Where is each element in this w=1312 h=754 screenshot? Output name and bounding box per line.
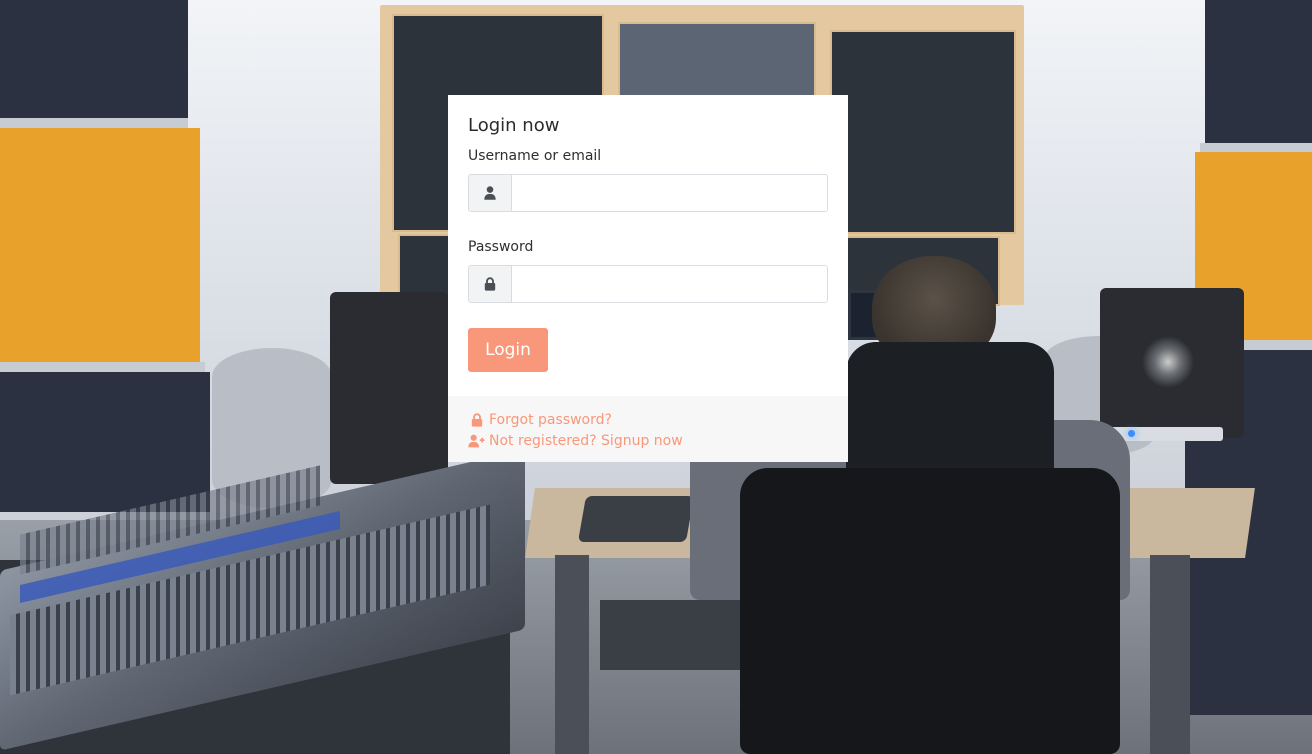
- lock-icon: [469, 266, 512, 302]
- left-column-bottom: [0, 372, 210, 512]
- right-column-top: [1205, 0, 1312, 145]
- chair-headrest: [846, 342, 1054, 482]
- lock-icon: [468, 412, 485, 427]
- desk-leg: [555, 555, 589, 754]
- left-column-orange: [0, 128, 200, 366]
- forgot-password-label: Forgot password?: [489, 411, 612, 428]
- login-card: Login now Username or email Password Log…: [448, 95, 848, 462]
- speaker-cone: [1142, 336, 1194, 388]
- acoustic-panel: [830, 30, 1016, 234]
- signup-label: Not registered? Signup now: [489, 432, 683, 449]
- password-label: Password: [468, 239, 534, 255]
- speaker: [330, 292, 448, 484]
- desk-drawer: [600, 600, 750, 670]
- username-input-group: [468, 174, 828, 212]
- login-title: Login now: [468, 115, 560, 136]
- signup-link[interactable]: Not registered? Signup now: [468, 430, 828, 451]
- password-input[interactable]: [512, 266, 827, 302]
- password-input-group: [468, 265, 828, 303]
- desk-leg: [1150, 555, 1190, 754]
- username-label: Username or email: [468, 148, 602, 164]
- user-plus-icon: [468, 434, 485, 448]
- left-column-top: [0, 0, 188, 125]
- login-card-body: Login now Username or email Password Log…: [448, 95, 848, 396]
- login-button[interactable]: Login: [468, 328, 548, 372]
- forgot-password-link[interactable]: Forgot password?: [468, 409, 828, 430]
- username-input[interactable]: [512, 175, 827, 211]
- speaker-led: [1128, 430, 1135, 437]
- audio-interface: [577, 496, 695, 542]
- user-icon: [469, 175, 512, 211]
- chair: [740, 468, 1120, 754]
- left-column-band: [0, 118, 188, 128]
- login-card-footer: Forgot password? Not registered? Signup …: [448, 396, 848, 462]
